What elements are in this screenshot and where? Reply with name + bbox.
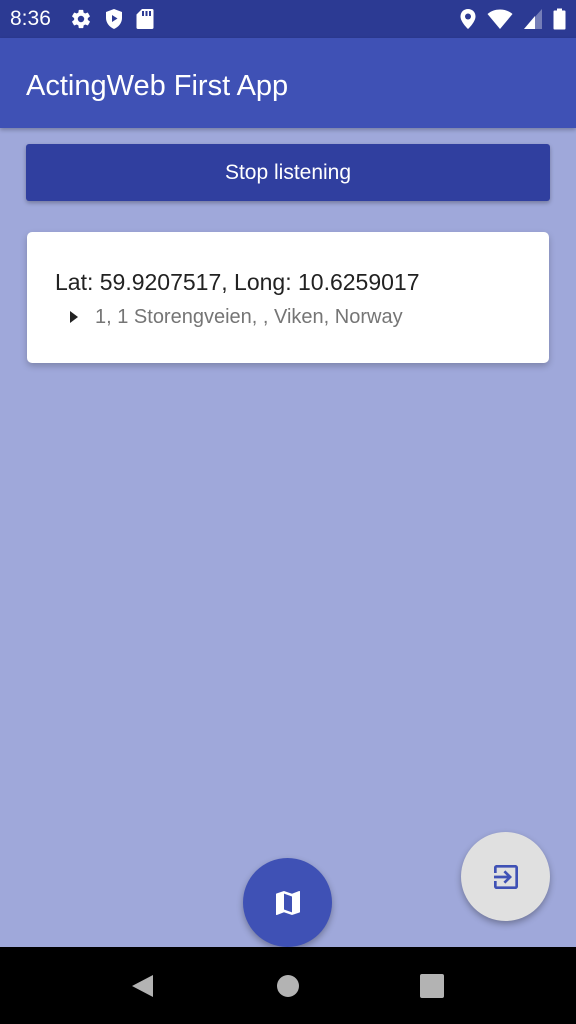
stop-listening-button[interactable]: Stop listening [26,144,550,201]
status-bar: 8:36 [0,0,576,38]
map-icon [275,890,300,915]
address-text: 1, 1 Storengveien, , Viken, Norway [95,306,403,328]
home-icon[interactable] [277,975,299,997]
app-title: ActingWeb First App [26,70,289,102]
exit-button[interactable] [461,832,550,921]
settings-icon [70,8,92,30]
play-protect-icon [104,8,124,30]
signal-icon [523,8,543,30]
exit-icon [493,864,518,889]
status-system-icons [459,8,566,30]
coordinates-text: Lat: 59.9207517, Long: 10.6259017 [55,269,420,295]
back-icon[interactable] [131,974,155,998]
location-card: Lat: 59.9207517, Long: 10.6259017 1, 1 S… [27,232,549,363]
location-icon [459,8,477,30]
navigation-bar [0,947,576,1024]
status-time: 8:36 [10,7,51,30]
map-button[interactable] [243,858,332,947]
app-bar: ActingWeb First App [0,38,576,128]
expand-arrow-icon [70,311,78,323]
sd-card-icon [136,8,154,30]
wifi-icon [487,8,513,30]
recents-icon[interactable] [420,974,444,998]
battery-icon [553,8,566,30]
address-expander[interactable]: 1, 1 Storengveien, , Viken, Norway [69,305,403,329]
status-notification-icons [70,8,154,30]
